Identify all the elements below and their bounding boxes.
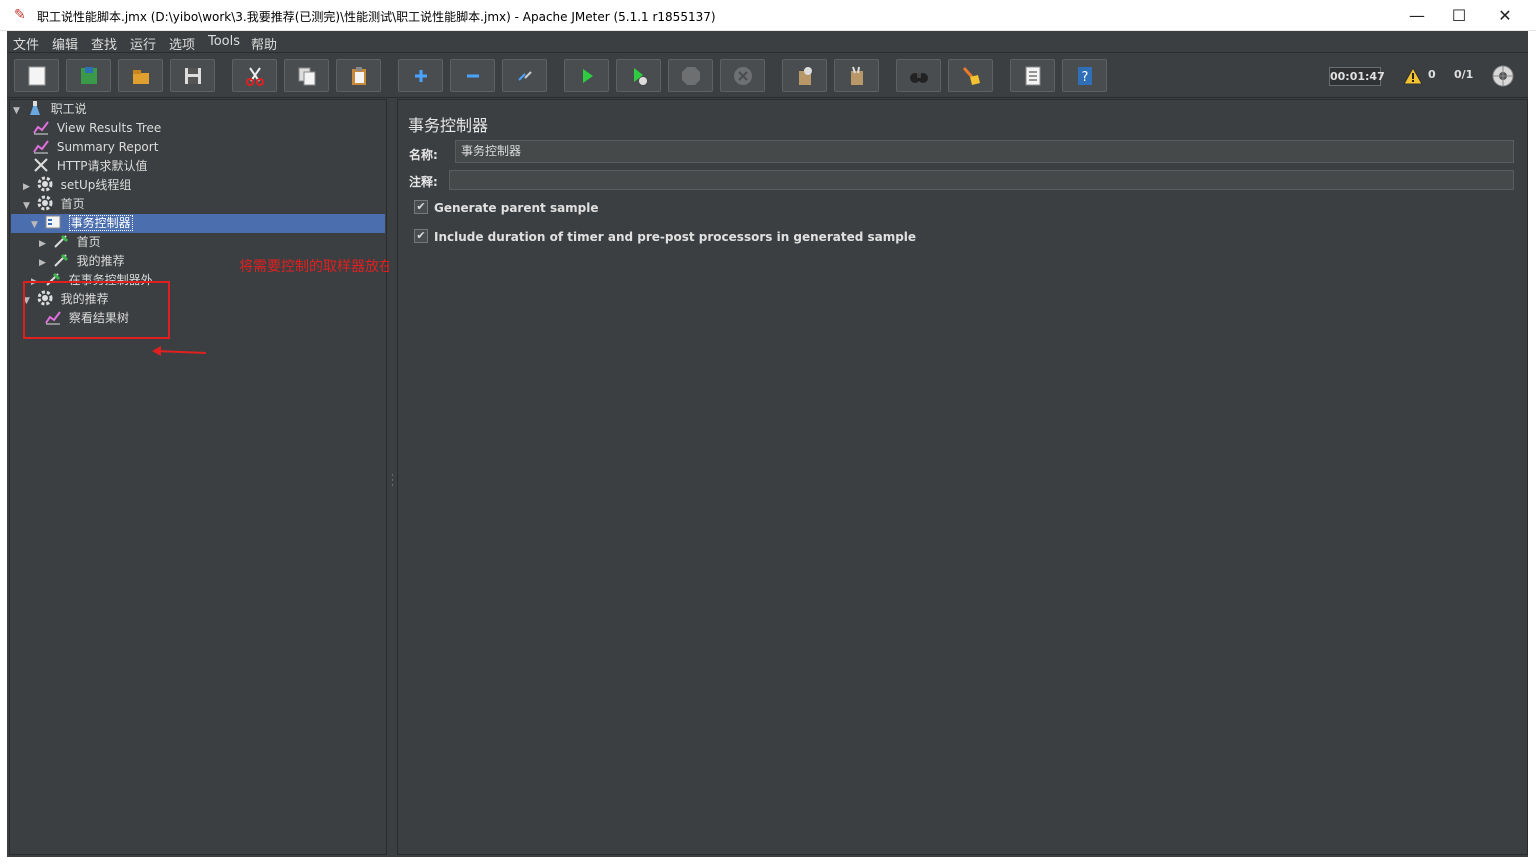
comment-field[interactable] bbox=[449, 170, 1514, 190]
menu-bar: 文件 编辑 查找 运行 选项 Tools 帮助 bbox=[7, 31, 1528, 53]
search-button[interactable] bbox=[896, 59, 941, 92]
annotation-highlight-box bbox=[23, 281, 170, 339]
stop-button[interactable] bbox=[668, 59, 713, 92]
new-file-icon bbox=[28, 66, 45, 85]
generate-parent-sample-checkbox[interactable]: ✔ bbox=[414, 200, 428, 214]
test-plan-tree: ▼ 职工说 View Results Tree Summary Report H… bbox=[9, 99, 387, 855]
sampler-icon bbox=[54, 253, 68, 267]
chart-icon bbox=[33, 140, 49, 154]
tree-node-transaction-controller[interactable]: ▼ 事务控制器 bbox=[11, 214, 385, 233]
test-plan-icon bbox=[29, 101, 40, 115]
maximize-button[interactable]: ☐ bbox=[1436, 0, 1482, 31]
warning-icon[interactable] bbox=[1403, 66, 1423, 86]
include-duration-checkbox[interactable]: ✔ bbox=[414, 229, 428, 243]
templates-button[interactable] bbox=[66, 59, 111, 92]
copy-button[interactable] bbox=[284, 59, 329, 92]
include-duration-label: Include duration of timer and pre-post p… bbox=[434, 230, 917, 244]
gear-icon bbox=[37, 195, 53, 211]
open-folder-icon bbox=[132, 69, 149, 84]
toolbar: ? 00:01:47 0 0/1 bbox=[7, 54, 1528, 98]
help-icon: ? bbox=[1077, 66, 1092, 85]
controller-icon bbox=[45, 215, 61, 229]
tree-node-summary-report[interactable]: Summary Report bbox=[33, 138, 158, 157]
tree-node-home-thread-group[interactable]: ▼ 首页 bbox=[23, 195, 85, 214]
toggle-icon bbox=[517, 70, 532, 81]
window-titlebar: ✎ 职工说性能脚本.jmx (D:\yibo\work\3.我要推荐(已测完)\… bbox=[0, 0, 1536, 31]
elapsed-timer: 00:01:47 bbox=[1329, 67, 1385, 86]
save-button[interactable] bbox=[170, 59, 215, 92]
split-pane-divider[interactable]: · · · bbox=[389, 99, 397, 855]
function-helper-button[interactable] bbox=[1010, 59, 1055, 92]
clear-icon bbox=[798, 66, 812, 85]
shutdown-button[interactable] bbox=[720, 59, 765, 92]
reset-search-button[interactable] bbox=[948, 59, 993, 92]
tree-node-test-plan[interactable]: ▼ 职工说 bbox=[13, 100, 87, 119]
tree-node-http-defaults[interactable]: HTTP请求默认值 bbox=[33, 157, 148, 176]
start-icon bbox=[582, 68, 593, 83]
close-button[interactable]: ✕ bbox=[1482, 0, 1528, 31]
clear-button[interactable] bbox=[782, 59, 827, 92]
menu-run[interactable]: 运行 bbox=[130, 34, 156, 53]
stop-icon bbox=[681, 66, 700, 85]
annotation-arrow-icon bbox=[152, 346, 207, 356]
open-button[interactable] bbox=[118, 59, 163, 92]
active-threads: 0/1 bbox=[1454, 68, 1474, 81]
plus-icon bbox=[414, 69, 427, 82]
tree-node-home-sampler[interactable]: ▶ 首页 bbox=[39, 233, 101, 252]
collapse-all-button[interactable] bbox=[450, 59, 495, 92]
minimize-button[interactable]: — bbox=[1394, 0, 1440, 31]
name-label: 名称: bbox=[409, 148, 438, 162]
paste-button[interactable] bbox=[336, 59, 381, 92]
help-button[interactable]: ? bbox=[1062, 59, 1107, 92]
start-no-pause-icon bbox=[633, 67, 647, 85]
toggle-button[interactable] bbox=[502, 59, 547, 92]
paste-icon bbox=[351, 66, 366, 85]
cut-button[interactable] bbox=[232, 59, 277, 92]
menu-edit[interactable]: 编辑 bbox=[52, 34, 78, 53]
start-no-pauses-button[interactable] bbox=[616, 59, 661, 92]
clear-all-icon bbox=[850, 66, 863, 85]
warning-count: 0 bbox=[1428, 68, 1436, 81]
copy-icon bbox=[298, 67, 315, 85]
binoculars-icon bbox=[909, 72, 928, 83]
generate-parent-sample-label: Generate parent sample bbox=[434, 201, 599, 215]
comment-label: 注释: bbox=[409, 175, 438, 189]
start-button[interactable] bbox=[564, 59, 609, 92]
minus-icon bbox=[466, 74, 479, 77]
gear-icon bbox=[37, 176, 53, 192]
svg-text:?: ? bbox=[1081, 70, 1088, 85]
tree-node-setup-thread-group[interactable]: ▶ setUp线程组 bbox=[23, 176, 131, 195]
name-field[interactable]: 事务控制器 bbox=[455, 140, 1514, 163]
sampler-icon bbox=[54, 234, 68, 248]
menu-search[interactable]: 查找 bbox=[91, 34, 117, 53]
save-icon bbox=[184, 67, 201, 84]
panel-title: 事务控制器 bbox=[408, 116, 489, 135]
expand-all-button[interactable] bbox=[398, 59, 443, 92]
menu-options[interactable]: 选项 bbox=[169, 34, 195, 53]
tree-node-view-results-tree[interactable]: View Results Tree bbox=[33, 119, 161, 138]
jmeter-window: 文件 编辑 查找 运行 选项 Tools 帮助 ? 00:01:47 0 0/1… bbox=[7, 31, 1528, 857]
remote-engines-icon[interactable] bbox=[1492, 65, 1514, 87]
cut-icon bbox=[245, 66, 264, 86]
function-list-icon bbox=[1025, 66, 1040, 85]
chart-icon bbox=[33, 121, 49, 135]
templates-icon bbox=[80, 66, 97, 84]
clear-all-button[interactable] bbox=[834, 59, 879, 92]
menu-help[interactable]: 帮助 bbox=[251, 34, 277, 53]
tree-node-my-recommend-sampler[interactable]: ▶ 我的推荐 bbox=[39, 252, 125, 271]
new-button[interactable] bbox=[14, 59, 59, 92]
menu-tools[interactable]: Tools bbox=[208, 34, 240, 49]
element-detail-panel: 事务控制器 名称: 事务控制器 注释: ✔ Generate parent sa… bbox=[397, 99, 1528, 855]
expand-arrow-icon[interactable]: ▼ bbox=[13, 102, 23, 121]
wrench-icon bbox=[34, 158, 48, 172]
menu-file[interactable]: 文件 bbox=[13, 34, 39, 53]
feather-icon: ✎ bbox=[14, 7, 26, 23]
broom-icon bbox=[962, 66, 980, 85]
window-title: 职工说性能脚本.jmx (D:\yibo\work\3.我要推荐(已测完)\性能… bbox=[37, 10, 716, 24]
shutdown-icon bbox=[733, 66, 752, 85]
